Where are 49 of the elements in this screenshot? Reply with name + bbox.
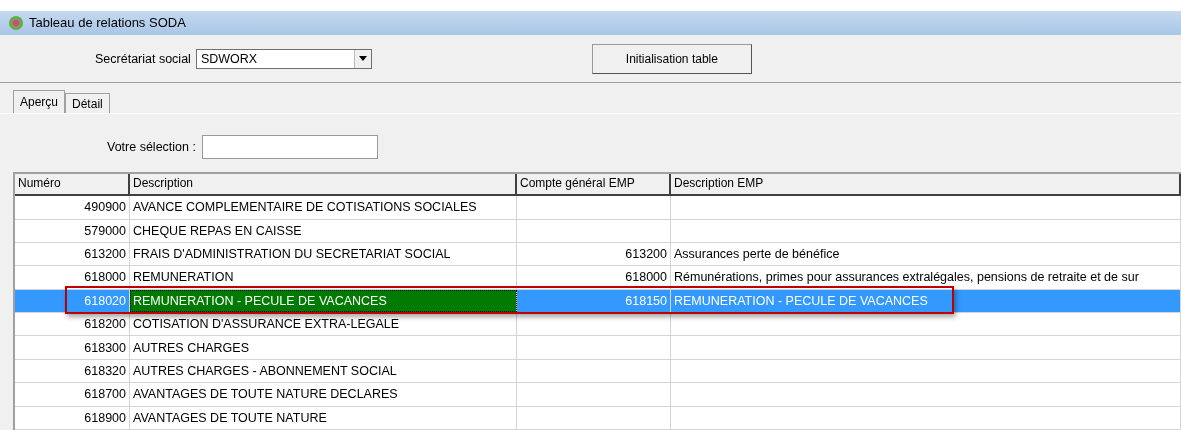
table-cell: 618000 xyxy=(15,266,130,289)
table-cell: REMUNERATION - PECULE DE VACANCES xyxy=(130,289,517,313)
table-row[interactable]: 618700 AVANTAGES DE TOUTE NATURE DECLARES xyxy=(15,383,1181,407)
table-row[interactable]: 618020 REMUNERATION - PECULE DE VACANCES 618150 REMUNERATION - PECULE DE VACANCES xyxy=(15,289,1181,314)
table-cell: 613200 xyxy=(517,242,671,266)
table-cell: REMUNERATION - PECULE DE VACANCES xyxy=(671,289,1181,313)
initialisation-button[interactable]: Initialisation table xyxy=(591,43,752,74)
table-row[interactable]: 579000 CHEQUE REPAS EN CAISSE xyxy=(15,219,1181,243)
tab[interactable]: Aperçu xyxy=(13,90,66,114)
table-row[interactable]: 490900 AVANCE COMPLEMENTAIRE DE COTISATIONS SOCIALES xyxy=(15,196,1181,220)
table-cell: 618900 xyxy=(15,406,130,429)
table-row[interactable]: 618320 AUTRES CHARGES - ABONNEMENT SOCIAL xyxy=(15,359,1181,384)
table-cell: 618150 xyxy=(517,289,671,313)
table-cell: 618700 xyxy=(15,383,130,406)
selection-label: Votre sélection : xyxy=(107,140,196,155)
secretariat-label: Secrétariat social xyxy=(95,51,191,66)
table-cell: Rémunérations, primes pour assurances extralégales, pensions de retraite et de sur xyxy=(671,266,1181,289)
app-icon xyxy=(8,14,24,31)
table-cell: 613200 xyxy=(15,242,130,266)
table-cell: 618200 xyxy=(15,313,130,336)
table-cell: AVANCE COMPLEMENTAIRE DE COTISATIONS SOCIALES xyxy=(130,196,517,219)
table-row[interactable]: 618000 REMUNERATION 618000 Rémunérations, primes pour assurances extralégales, pensions de retraite et de sur xyxy=(15,266,1181,290)
tab[interactable]: Détail xyxy=(65,93,110,114)
table-cell: 579000 xyxy=(15,219,130,242)
dropdown-arrow-icon xyxy=(358,56,367,62)
table-cell: CHEQUE REPAS EN CAISSE xyxy=(130,219,517,242)
table-cell: Assurances perte de bénéfice xyxy=(671,242,1181,266)
column-header[interactable]: Numéro xyxy=(15,174,130,195)
table-cell: 618300 xyxy=(15,336,130,359)
table-cell: AVANTAGES DE TOUTE NATURE xyxy=(130,406,517,429)
column-header[interactable]: Compte général EMP xyxy=(517,174,671,195)
table-row[interactable]: 613200 FRAIS D'ADMINISTRATION DU SECRETARIAT SOCIAL 613200 Assurances perte de bénéfice xyxy=(15,242,1181,267)
table-cell: 618320 xyxy=(15,359,130,383)
column-header[interactable]: Description EMP xyxy=(671,174,1181,195)
table-cell: AVANTAGES DE TOUTE NATURE DECLARES xyxy=(130,383,517,406)
table-cell: REMUNERATION xyxy=(130,266,517,289)
table-cell: AUTRES CHARGES - ABONNEMENT SOCIAL xyxy=(130,359,517,383)
table-row[interactable]: 618900 AVANTAGES DE TOUTE NATURE xyxy=(15,406,1181,430)
secretariat-dropdown[interactable]: SDWORX xyxy=(195,48,372,69)
selection-field[interactable] xyxy=(201,135,378,160)
table-cell: 490900 xyxy=(15,196,130,219)
table-cell: AUTRES CHARGES xyxy=(130,336,517,359)
table-cell: FRAIS D'ADMINISTRATION DU SECRETARIAT SOCIAL xyxy=(130,242,517,266)
window-title: Tableau de relations SODA xyxy=(29,15,186,31)
table-row[interactable]: 618200 COTISATION D'ASSURANCE EXTRA-LEGALE xyxy=(15,313,1181,337)
column-header[interactable]: Description xyxy=(130,174,517,195)
table-cell: COTISATION D'ASSURANCE EXTRA-LEGALE xyxy=(130,313,517,336)
table-row[interactable]: 618300 AUTRES CHARGES xyxy=(15,336,1181,360)
table-cell: 618000 xyxy=(517,266,671,289)
